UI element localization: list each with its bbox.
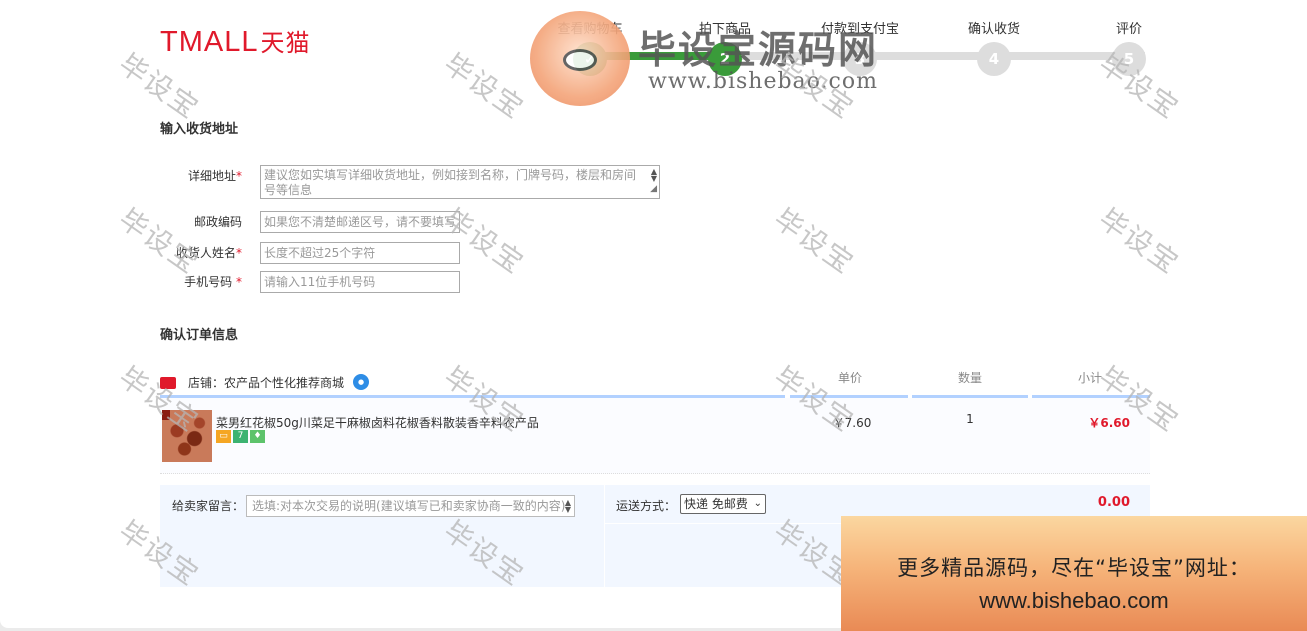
divider — [604, 485, 605, 587]
step-label: 评价 — [1115, 22, 1142, 37]
address-section-title: 输入收货地址 — [160, 122, 239, 137]
promo-banner[interactable]: 更多精品源码，尽在“毕设宝”网址： www.bishebao.com — [841, 516, 1307, 631]
logo-cn: 天猫 — [260, 29, 311, 57]
step-label: 确认收货 — [967, 22, 1020, 37]
seller-message-input[interactable]: 选填:对本次交易的说明(建议填写已和卖家协商一致的内容) ▲ ▼ — [246, 495, 575, 517]
order-section-title: 确认订单信息 — [160, 328, 239, 343]
logo-latin: TMALL — [160, 26, 259, 58]
phone-row: 手机号码 * 请输入11位手机号码 — [160, 271, 680, 295]
col-qty: 数量 — [957, 371, 982, 385]
postcode-row: 邮政编码 如果您不清楚邮递区号，请不要填写 — [160, 211, 680, 235]
order-header: 店铺：农产品个性化推荐商城 ● 单价 数量 小计 — [160, 365, 1150, 398]
subtotal: ￥6.60 — [1088, 416, 1130, 430]
address-row: 详细地址* 建议您如实填写详细收货地址，例如接到名称，门牌号码，楼层和房间号等信… — [160, 165, 680, 199]
watermark-title: 毕设宝源码网 — [638, 28, 879, 72]
promo-url: www.bishebao.com — [979, 588, 1169, 613]
chat-icon[interactable]: ● — [353, 374, 369, 390]
spinner-icon[interactable]: ▲ ▼ — [565, 499, 571, 514]
phone-label: 手机号码 * — [184, 275, 242, 289]
shipping-label: 运送方式： — [616, 499, 677, 513]
shop-name[interactable]: 店铺：农产品个性化推荐商城 — [188, 374, 344, 391]
address-textarea[interactable]: 建议您如实填写详细收货地址，例如接到名称，门牌号码，楼层和房间号等信息 ▲ ▼ ◢ — [260, 165, 660, 199]
phone-input[interactable]: 请输入11位手机号码 — [260, 271, 460, 293]
receiver-name-input[interactable]: 长度不超过25个字符 — [260, 242, 460, 264]
step-5: 评价 5 — [1064, 18, 1194, 76]
shipping-selected: 快递 免邮费 — [684, 497, 748, 511]
spinner-icon[interactable]: ▲ ▼ — [651, 168, 657, 183]
credit-card-icon: ▭ — [216, 430, 231, 443]
shipping-fee: 0.00 — [1097, 495, 1130, 510]
quantity: 1 — [966, 412, 974, 426]
promo-text: 更多精品源码，尽在“毕设宝”网址： — [897, 556, 1251, 580]
service-badges: ▭ 7 ♦ — [216, 430, 267, 444]
seller-message-placeholder: 选填:对本次交易的说明(建议填写已和卖家协商一致的内容) — [252, 499, 566, 513]
watermark-badge-icon — [530, 11, 630, 106]
step-4: 确认收货 4 — [929, 18, 1059, 76]
postcode-input[interactable]: 如果您不清楚邮递区号，请不要填写 — [260, 211, 460, 233]
shipping-select[interactable]: 快递 免邮费 ⌄ — [680, 494, 766, 514]
seven-day-return-icon: 7 — [233, 430, 248, 443]
seller-message-label: 给卖家留言： — [172, 499, 245, 513]
tmall-logo[interactable]: TMALL天猫 — [160, 28, 310, 57]
order-item-row: 菜男红花椒50g川菜足干麻椒卤料花椒香料散装香辛料农产品 ▭ 7 ♦ ￥7.60 1… — [160, 398, 1150, 474]
address-placeholder: 建议您如实填写详细收货地址，例如接到名称，门牌号码，楼层和房间号等信息 — [264, 168, 637, 197]
resize-grip-icon[interactable]: ◢ — [650, 182, 657, 197]
step-number: 4 — [977, 42, 1011, 76]
address-label: 详细地址* — [187, 169, 242, 183]
chevron-down-icon: ⌄ — [753, 498, 762, 509]
receiver-name-row: 收货人姓名* 长度不超过25个字符 — [160, 242, 680, 266]
guarantee-icon: ♦ — [250, 430, 265, 443]
